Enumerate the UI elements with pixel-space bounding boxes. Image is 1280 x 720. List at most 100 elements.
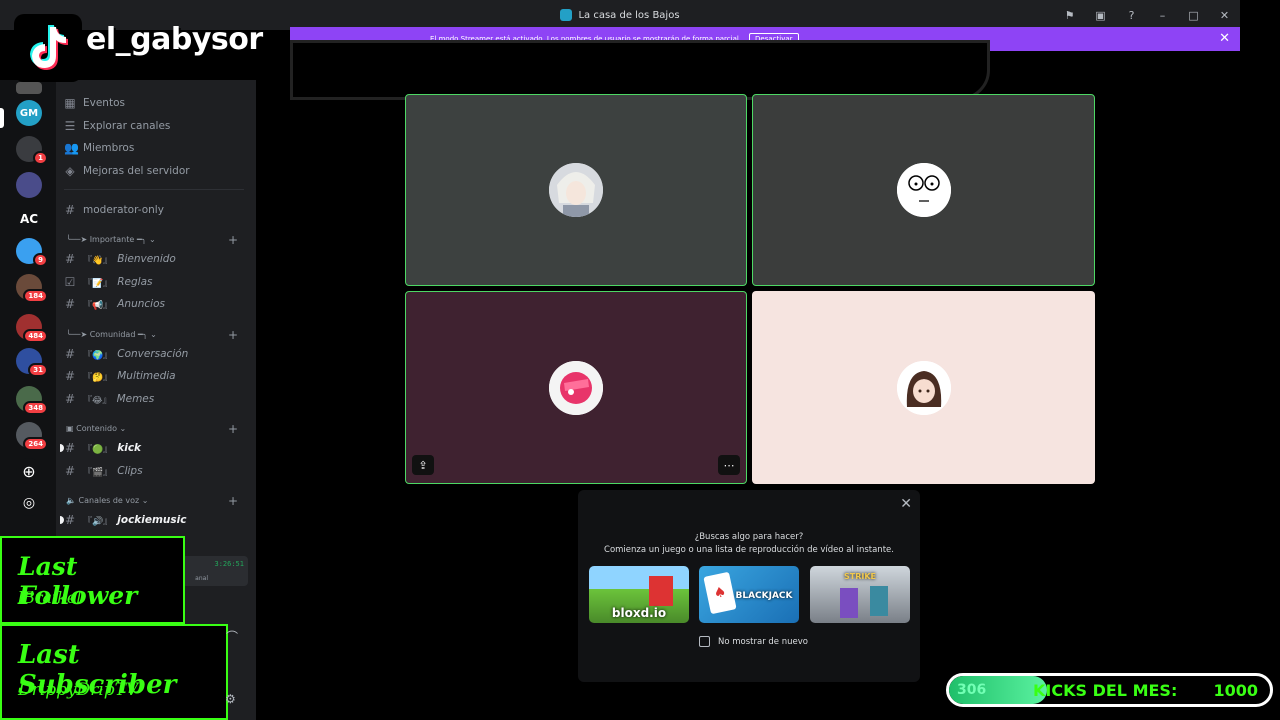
- server-icon-ac[interactable]: AC: [16, 206, 42, 232]
- participant-tile[interactable]: [752, 94, 1095, 286]
- chevron-down-icon: ⌄: [149, 235, 156, 244]
- server-app-icon: [560, 9, 573, 21]
- gear-icon[interactable]: ⚙: [225, 692, 236, 706]
- inbox-icon[interactable]: ▣: [1085, 9, 1116, 22]
- game-card-strike[interactable]: STRIKE: [810, 566, 910, 623]
- channel-label: Clips: [117, 465, 143, 477]
- selected-indicator: [0, 108, 4, 128]
- sidebar-item-label: Explorar canales: [83, 120, 171, 132]
- server-folder[interactable]: 484: [16, 314, 48, 343]
- category-voz[interactable]: 🔈 Canales de voz ⌄ +: [66, 494, 248, 508]
- game-title: bloxd.io: [611, 606, 667, 620]
- channel-memes[interactable]: # 『😂』 Memes: [64, 389, 246, 409]
- hash-icon: #: [64, 513, 76, 527]
- server-folder[interactable]: 184: [16, 274, 48, 303]
- channel-kick[interactable]: # 『🟢』 kick: [60, 438, 246, 458]
- hash-icon: #: [64, 347, 76, 361]
- discover-icon[interactable]: ◎: [16, 490, 42, 516]
- hash-icon: #: [64, 203, 76, 217]
- avatar: [896, 360, 951, 415]
- last-follower-name: lBraikel: [18, 588, 82, 607]
- game-card-blackjack[interactable]: ♠ BLACKJACK: [699, 566, 799, 623]
- browse-icon: ☰: [64, 119, 76, 133]
- divider: [64, 189, 244, 190]
- channel-reglas[interactable]: ☑ 『📝』 Reglas: [64, 272, 246, 292]
- voice-timer: 3:26:51: [214, 560, 244, 568]
- game-title: STRIKE: [843, 572, 877, 581]
- game-character: [870, 586, 888, 616]
- channel-label: Anuncios: [117, 298, 165, 310]
- category-comunidad[interactable]: ╰──➤ Comunidad ━╮ ⌄ +: [66, 328, 248, 342]
- channel-jockiemusic[interactable]: # 『🔊』 jockiemusic: [60, 510, 246, 530]
- server-icon[interactable]: [16, 82, 42, 94]
- sidebar-item-boost[interactable]: ◈ Mejoras del servidor: [64, 161, 246, 181]
- channel-emoji: 『🤔』: [83, 372, 113, 383]
- window-title: La casa de los Bajos: [578, 9, 680, 21]
- window-controls: ⚑ ▣ ? – □ ✕: [1054, 0, 1240, 30]
- server-icon-gm[interactable]: GM: [16, 100, 42, 126]
- add-channel-icon[interactable]: +: [228, 233, 238, 247]
- server-folder[interactable]: 31: [16, 348, 48, 377]
- chevron-down-icon: ⌄: [150, 330, 157, 339]
- participant-tile[interactable]: ⇪ ⋯: [405, 291, 747, 484]
- game-card-bloxd[interactable]: bloxd.io: [589, 566, 689, 623]
- share-icon[interactable]: ⇪: [412, 455, 434, 475]
- discord-stream-screen: La casa de los Bajos ⚑ ▣ ? – □ ✕ El modo…: [0, 0, 1280, 720]
- server-folder[interactable]: 264: [16, 422, 48, 451]
- minimize-icon[interactable]: –: [1147, 9, 1178, 22]
- dont-show-again-checkbox[interactable]: No mostrar de nuevo: [699, 636, 808, 647]
- server-folder[interactable]: [16, 172, 42, 198]
- channel-emoji: 『😂』: [83, 395, 112, 406]
- channel-emoji: 『👋』: [83, 255, 113, 266]
- channel-emoji: 『🟢』: [83, 444, 113, 455]
- flag-icon[interactable]: ⚑: [1054, 9, 1085, 22]
- participant-tile[interactable]: [752, 291, 1095, 484]
- add-channel-icon[interactable]: +: [228, 328, 238, 342]
- mention-badge: 1: [33, 151, 48, 165]
- hash-icon: #: [64, 464, 76, 478]
- participant-tile[interactable]: [405, 94, 747, 286]
- server-icon[interactable]: 9: [16, 238, 48, 267]
- category-importante[interactable]: ╰──➤ Importante ━╮ ⌄ +: [66, 233, 248, 247]
- sidebar-item-members[interactable]: 👥 Miembros: [64, 138, 246, 158]
- close-icon[interactable]: ✕: [1209, 9, 1240, 22]
- server-folder[interactable]: 1: [16, 136, 48, 165]
- close-banner-icon[interactable]: ✕: [1219, 31, 1230, 46]
- close-popup-icon[interactable]: ✕: [900, 496, 912, 512]
- chevron-down-icon: ⌄: [119, 424, 127, 433]
- channel-moderator-only[interactable]: # moderator-only: [64, 200, 246, 220]
- rules-icon: ☑: [64, 275, 76, 289]
- server-folder[interactable]: 348: [16, 386, 48, 415]
- game-character: [840, 588, 858, 618]
- chevron-down-icon: ⌄: [141, 496, 149, 505]
- kicks-current: 306: [957, 682, 987, 698]
- add-server-icon[interactable]: ⊕: [16, 458, 42, 484]
- sidebar-item-label: Miembros: [83, 142, 135, 154]
- channel-clips[interactable]: # 『🎬』 Clips: [64, 461, 246, 481]
- boost-icon: ◈: [65, 164, 75, 178]
- channel-bienvenido[interactable]: # 『👋』 Bienvenido: [64, 249, 246, 269]
- channel-conversacion[interactable]: # 『🌍』 Conversación: [64, 344, 246, 364]
- category-contenido[interactable]: ▣ Contenido ⌄ +: [66, 422, 248, 436]
- overlay-frame: [290, 40, 990, 100]
- tiktok-overlay: el_gabysor: [0, 0, 298, 82]
- sidebar-item-events[interactable]: ▦ Eventos: [64, 93, 246, 113]
- more-options-icon[interactable]: ⋯: [718, 455, 740, 475]
- channel-label: moderator-only: [83, 204, 164, 216]
- kicks-label: KICKS DEL MES:: [1033, 681, 1178, 700]
- sidebar-item-browse[interactable]: ☰ Explorar canales: [64, 116, 246, 136]
- channel-emoji: 『🔊』: [83, 516, 113, 527]
- maximize-icon[interactable]: □: [1178, 9, 1209, 22]
- server-rail: GM 1 AC 9 184 484 31 348 264 ⊕ ◎: [0, 80, 56, 540]
- add-channel-icon[interactable]: +: [228, 422, 238, 436]
- headphones-icon[interactable]: ⌒: [226, 628, 238, 645]
- channel-anuncios[interactable]: # 『📢』 Anuncios: [64, 294, 246, 314]
- sidebar-item-label: Mejoras del servidor: [83, 165, 190, 177]
- checkbox-box[interactable]: [699, 636, 710, 647]
- help-icon[interactable]: ?: [1116, 9, 1147, 22]
- mention-badge: 9: [33, 253, 48, 267]
- hash-icon: #: [64, 392, 76, 406]
- channel-emoji: 『📢』: [83, 300, 113, 311]
- add-channel-icon[interactable]: +: [228, 494, 238, 508]
- channel-multimedia[interactable]: # 『🤔』 Multimedia: [64, 366, 246, 386]
